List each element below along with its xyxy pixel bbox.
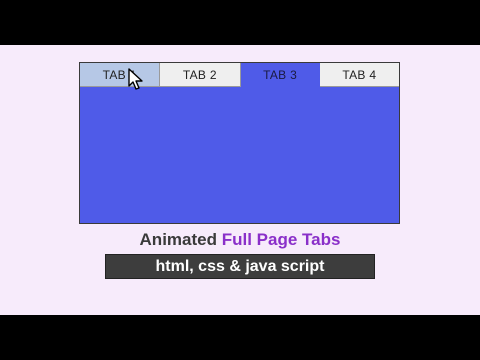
tab-2[interactable]: TAB 2 (160, 63, 241, 87)
title-prefix: Animated (139, 230, 217, 249)
tab-panel (80, 87, 399, 223)
tab-3[interactable]: TAB 3 (240, 63, 320, 87)
tech-stack-banner: html, css & java script (105, 254, 375, 279)
title-highlight: Full Page Tabs (221, 230, 341, 249)
tech-stack-text: html, css & java script (155, 257, 325, 275)
tab-4[interactable]: TAB 4 (319, 63, 399, 87)
tab-1[interactable]: TAB 1 (80, 63, 161, 87)
video-title: Animated Full Page Tabs (0, 230, 480, 250)
tab-widget: TAB 1 TAB 2 TAB 3 TAB 4 (79, 62, 400, 224)
video-frame: TAB 1 TAB 2 TAB 3 TAB 4 Animated Full Pa… (0, 45, 480, 315)
tab-bar: TAB 1 TAB 2 TAB 3 TAB 4 (80, 63, 399, 87)
